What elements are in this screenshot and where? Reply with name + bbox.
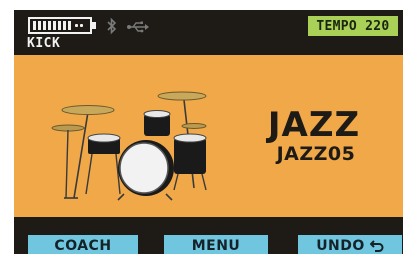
battery-icon bbox=[28, 17, 92, 34]
instrument-label: KICK bbox=[27, 36, 61, 51]
menu-label: MENU bbox=[191, 238, 241, 254]
undo-label: UNDO bbox=[316, 238, 365, 254]
drum-kit-icon bbox=[51, 91, 207, 201]
usb-icon bbox=[127, 21, 149, 33]
bluetooth-icon bbox=[107, 17, 117, 35]
undo-arrow-icon bbox=[369, 240, 384, 252]
undo-button[interactable]: UNDO bbox=[298, 235, 402, 254]
coach-button[interactable]: COACH bbox=[28, 235, 138, 254]
kit-display-panel: JAZZ JAZZ05 bbox=[14, 55, 403, 217]
coach-label: COACH bbox=[54, 238, 112, 254]
kit-name: JAZZ bbox=[267, 105, 361, 145]
battery-tip bbox=[92, 22, 96, 29]
status-bar: KICK TEMPO 220 bbox=[14, 10, 403, 54]
tempo-badge[interactable]: TEMPO 220 bbox=[308, 16, 398, 36]
kit-preset-name: JAZZ05 bbox=[276, 143, 356, 165]
device-screen: KICK TEMPO 220 JAZZ JAZZ05 COACH MENU UN… bbox=[14, 10, 403, 254]
menu-button[interactable]: MENU bbox=[164, 235, 268, 254]
